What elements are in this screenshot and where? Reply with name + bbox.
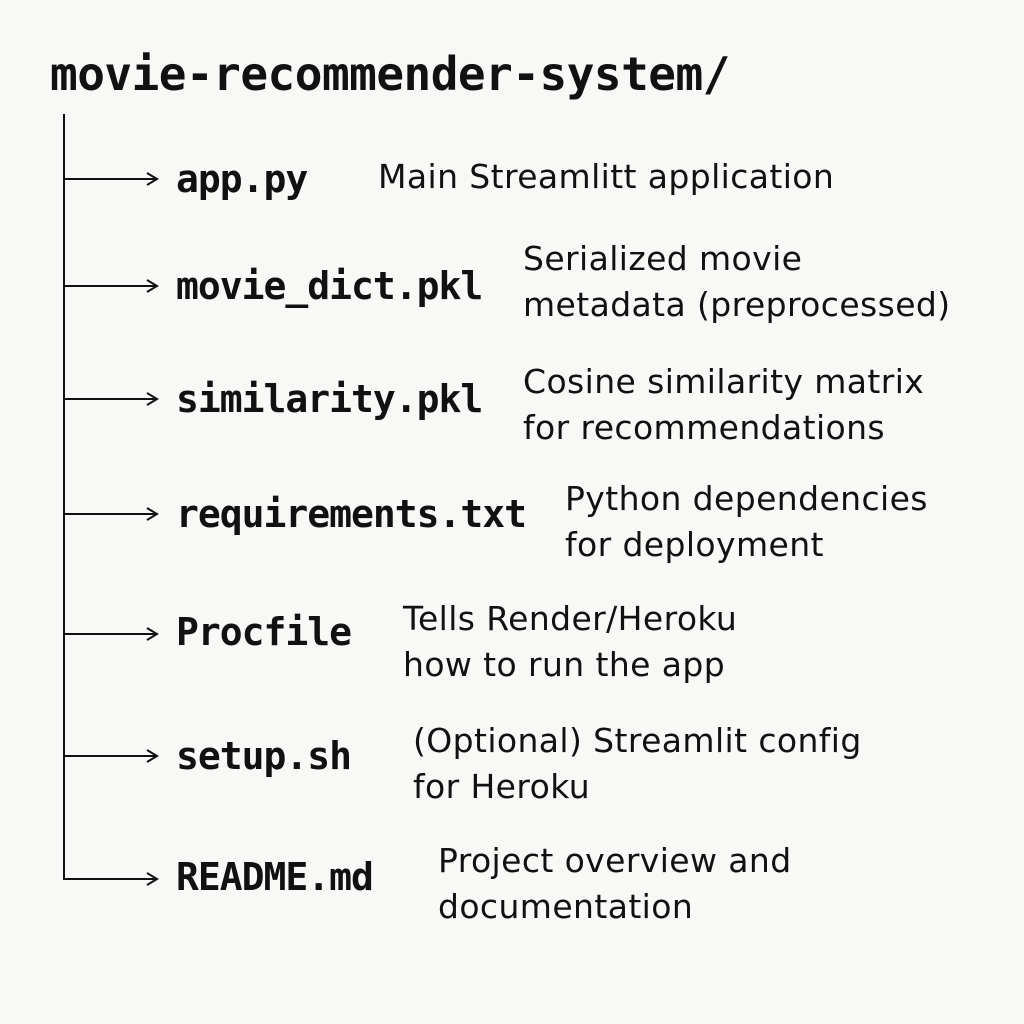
file-description-requirements-txt: Python dependencies for deployment bbox=[565, 479, 928, 564]
file-description-readme-md: Project overview and documentation bbox=[438, 841, 792, 926]
file-description-procfile: Tells Render/Heroku how to run the app bbox=[403, 599, 738, 684]
file-name-requirements-txt: requirements.txt bbox=[176, 492, 527, 536]
file-name-setup-sh: setup.sh bbox=[176, 734, 352, 778]
file-description-app-py: Main Streamlitt application bbox=[378, 157, 835, 196]
tree-arrow-icon bbox=[63, 627, 159, 641]
tree-arrow-icon bbox=[63, 392, 159, 406]
tree-arrow-icon bbox=[63, 749, 159, 763]
file-description-movie-dict-pkl: Serialized movie metadata (preprocessed) bbox=[523, 239, 951, 324]
tree-trunk-line bbox=[63, 114, 65, 880]
file-name-readme-md: README.md bbox=[176, 855, 374, 899]
tree-arrow-icon bbox=[63, 279, 159, 293]
root-folder-name: movie-recommender-system/ bbox=[50, 47, 730, 101]
tree-arrow-icon bbox=[63, 172, 159, 186]
tree-arrow-icon bbox=[63, 872, 159, 886]
file-description-setup-sh: (Optional) Streamlit config for Heroku bbox=[413, 721, 862, 806]
file-description-similarity-pkl: Cosine similarity matrix for recommendat… bbox=[523, 362, 925, 447]
file-name-movie-dict-pkl: movie_dict.pkl bbox=[176, 264, 483, 308]
file-name-app-py: app.py bbox=[176, 157, 308, 201]
file-name-procfile: Procfile bbox=[176, 610, 352, 654]
tree-arrow-icon bbox=[63, 507, 159, 521]
file-tree-diagram: movie-recommender-system/ app.py Main St… bbox=[0, 0, 1024, 1024]
file-name-similarity-pkl: similarity.pkl bbox=[176, 377, 483, 421]
